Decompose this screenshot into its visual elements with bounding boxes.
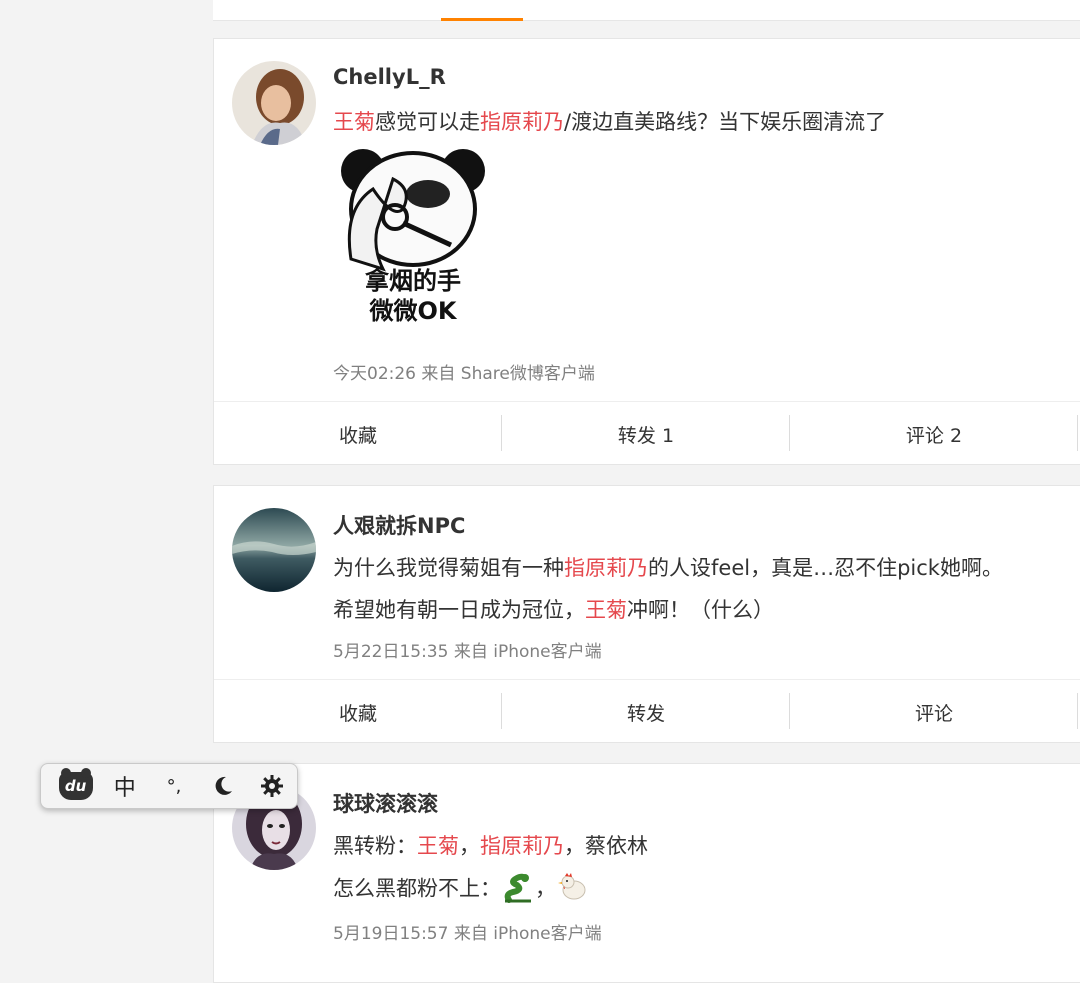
username[interactable]: 球球滚滚滚 — [333, 788, 438, 818]
post-text: 黑转粉：王菊，指原莉乃，蔡依林 — [333, 834, 648, 858]
hashtag-link[interactable]: 指原莉乃 — [564, 556, 648, 580]
favorite-button[interactable]: 收藏 — [214, 402, 502, 466]
username[interactable]: ChellyL_R — [333, 65, 446, 89]
snake-emoji-icon — [501, 870, 535, 909]
ime-toolbar: du 中 °, — [40, 763, 298, 809]
post-text-line-2: 希望她有朝一日成为冠位，王菊冲啊！（什么） — [333, 598, 774, 622]
hashtag-link[interactable]: 王菊 — [417, 834, 459, 858]
post-timestamp: 5月22日15:35 来自 iPhone客户端 — [333, 642, 602, 662]
username[interactable]: 人艰就拆NPC — [333, 510, 465, 540]
hashtag-link[interactable]: 王菊 — [585, 598, 627, 622]
hashtag-link[interactable]: 王菊 — [333, 110, 375, 134]
comment-button[interactable]: 评论 2 — [790, 402, 1078, 466]
moon-icon[interactable] — [199, 763, 248, 809]
svg-text:拿烟的手: 拿烟的手 — [365, 267, 461, 295]
post-text-line-2: 怎么黑都粉不上：， — [333, 870, 590, 909]
hashtag-link[interactable]: 指原莉乃 — [480, 110, 564, 134]
avatar[interactable] — [232, 61, 316, 145]
top-tab-bar — [213, 0, 1080, 21]
repost-button[interactable]: 转发 — [502, 680, 790, 744]
meme-image[interactable]: 拿烟的手 微微OK — [333, 149, 493, 329]
du-logo-icon[interactable]: du — [51, 763, 100, 809]
post-timestamp: 5月19日15:57 来自 iPhone客户端 — [333, 924, 602, 944]
gear-icon[interactable] — [248, 763, 297, 809]
action-bar: 收藏 转发 评论 — [214, 679, 1080, 744]
active-tab-indicator — [441, 18, 523, 21]
svg-text:微微OK: 微微OK — [369, 297, 458, 325]
punctuation-toggle-button[interactable]: °, — [149, 763, 198, 809]
post-card: 人艰就拆NPC 为什么我觉得菊姐有一种指原莉乃的人设feel，真是…忍不住pic… — [213, 485, 1080, 743]
chicken-emoji-icon — [556, 870, 590, 909]
comment-button[interactable]: 评论 — [790, 680, 1078, 744]
avatar[interactable] — [232, 508, 316, 592]
repost-button[interactable]: 转发 1 — [502, 402, 790, 466]
post-text: 为什么我觉得菊姐有一种指原莉乃的人设feel，真是…忍不住pick她啊。 — [333, 556, 1003, 580]
post-text: 王菊感觉可以走指原莉乃/渡边直美路线？当下娱乐圈清流了 — [333, 110, 887, 134]
post-timestamp: 今天02:26 来自 Share微博客户端 — [333, 364, 595, 384]
hashtag-link[interactable]: 指原莉乃 — [480, 834, 564, 858]
post-card: 球球滚滚滚 黑转粉：王菊，指原莉乃，蔡依林 怎么黑都粉不上：， 5月19日15:… — [213, 763, 1080, 983]
language-toggle-button[interactable]: 中 — [100, 763, 149, 809]
post-card: ChellyL_R 王菊感觉可以走指原莉乃/渡边直美路线？当下娱乐圈清流了 拿烟… — [213, 38, 1080, 465]
action-bar: 收藏 转发 1 评论 2 — [214, 401, 1080, 466]
favorite-button[interactable]: 收藏 — [214, 680, 502, 744]
